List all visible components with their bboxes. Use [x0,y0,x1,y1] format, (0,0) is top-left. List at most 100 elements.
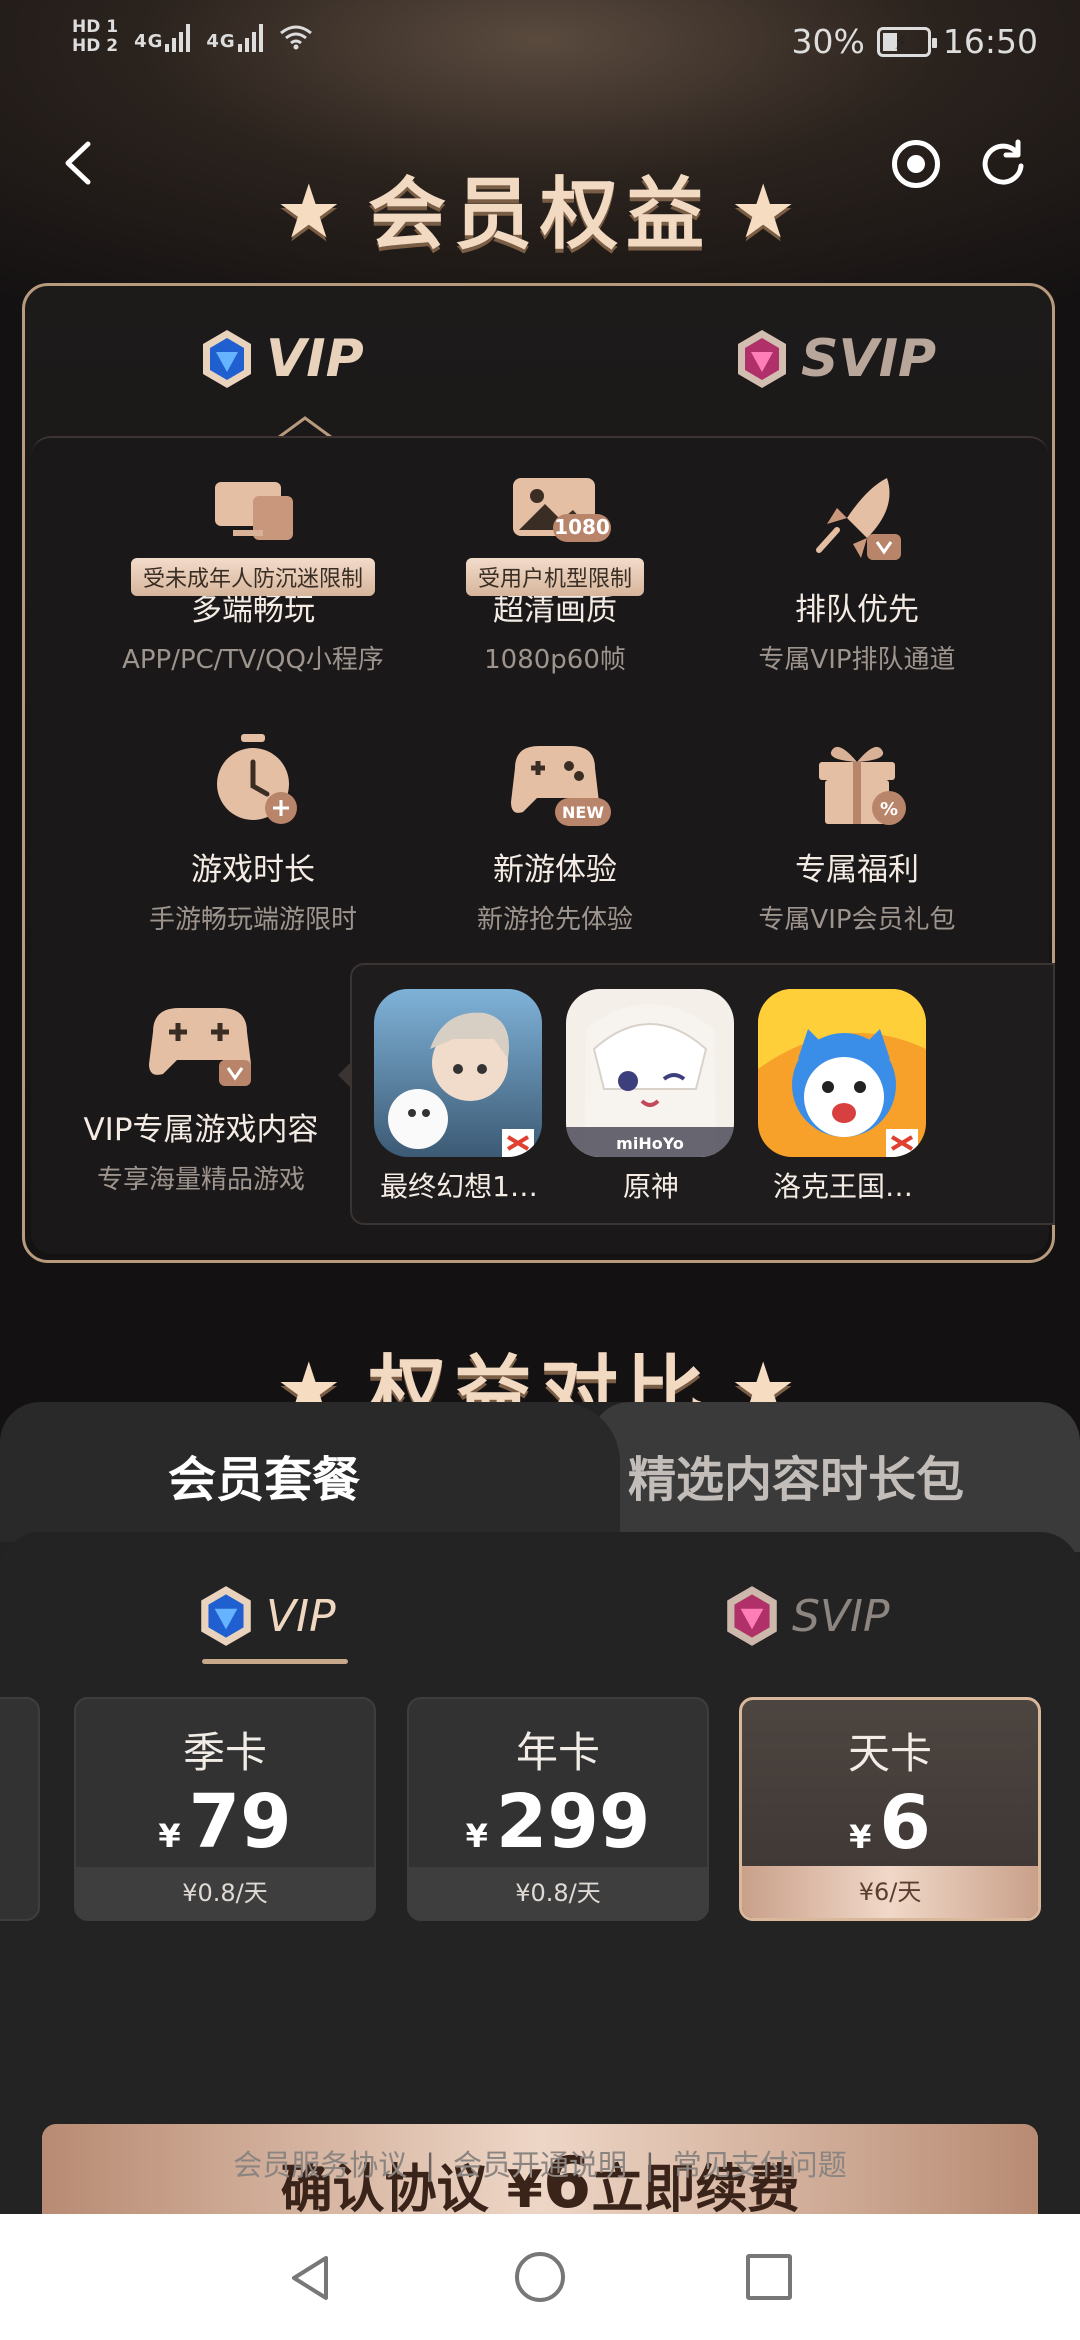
feature-name: 专属福利 [795,852,919,888]
page-title: ★ 会员权益 ★ [0,152,1080,264]
nav-recents-icon[interactable] [746,2254,792,2300]
link-membership-info[interactable]: 会员开通说明 [453,2148,627,2182]
image-1080-icon: 1080 受用户机型限制 [465,468,645,596]
plan-price-value: 299 [495,1779,651,1865]
plan-card-daily[interactable]: 天卡 ¥6 ¥6/天 [739,1697,1041,1921]
feature-multi-device[interactable]: 受未成年人防沉迷限制 多端畅玩 APP/PC/TV/QQ小程序 [103,468,403,676]
image-1080-icon-text: 1080 [554,515,610,539]
plan-per-day: ¥0.8/天 [409,1867,707,1919]
plan-card-offscreen[interactable] [0,1697,40,1921]
feature-new-games[interactable]: NEW 新游体验 新游抢先体验 [405,728,705,936]
screen: HD 1 HD 2 4G 4G 30% ⚡ 16:50 ★ 会员权益 ★ VIP… [0,0,1080,2340]
plan-price-value: 79 [188,1779,292,1865]
link-payment-faq[interactable]: 常见支付问题 [673,2148,847,2182]
gift-icon: % [797,728,917,838]
plan-tab-vip[interactable]: VIP [198,1584,336,1648]
feature-hd-quality[interactable]: 1080 受用户机型限制 超清画质 1080p60帧 [405,468,705,676]
purchase-sheet: 会员套餐 精选内容时长包 VIP SVIP 季卡 ¥79 ¥0.8/天 年卡 ¥… [0,1402,1080,2214]
feature-desc: 手游畅玩端游限时 [148,905,357,935]
feature-restriction-tag: 受用户机型限制 [465,558,645,596]
feature-name: 排队优先 [795,592,919,628]
link-separator: | [645,2148,655,2182]
game-name: 最终幻想1… [380,1170,538,1203]
plan-name: 季卡 [182,1728,267,1777]
currency-symbol: ¥ [158,1817,181,1855]
svg-text:%: % [880,799,898,820]
tab-vip-label: VIP [266,329,364,389]
battery-charging-icon: ⚡ [876,26,937,57]
feature-desc: 专属VIP排队通道 [758,645,956,675]
wifi-icon [279,23,313,51]
plan-price: ¥299 [409,1782,707,1876]
status-bar: HD 1 HD 2 4G 4G 30% ⚡ 16:50 [0,0,1080,92]
vip-badge-icon [203,330,251,388]
star-icon: ★ [730,169,805,255]
hd-bottom-label: HD 2 [72,36,119,56]
battery-percent: 30% [791,22,865,61]
signal-2: 4G [206,22,263,52]
game-name: 原神 [622,1170,679,1203]
game-name: 洛克王国… [772,1170,913,1203]
game-item-roco-kingdom[interactable]: 洛克王国… [758,989,928,1205]
genshin-art-text: miHoYo [616,1134,684,1153]
feature-desc: 新游抢先体验 [476,905,633,935]
feature-desc: 专属VIP会员礼包 [758,905,956,935]
plan-name: 年卡 [515,1728,600,1777]
plan-per-day: ¥0.8/天 [76,1867,374,1919]
plan-price: ¥6 [742,1783,1038,1877]
feature-name: 新游体验 [493,852,617,888]
feature-name: VIP专属游戏内容 [83,1112,319,1148]
footer-links: 会员服务协议 | 会员开通说明 | 常见支付问题 [0,2142,1080,2184]
tab-content-packs-label[interactable]: 精选内容时长包 [628,1440,964,1510]
game-item-genshin[interactable]: miHoYo 原神 [566,989,736,1205]
link-separator: | [425,2148,435,2182]
network-type-1: 4G [134,31,164,52]
stopwatch-icon [193,728,313,838]
clock: 16:50 [942,22,1038,61]
gamepad-vip-icon [141,988,261,1098]
final-fantasy-art [374,989,542,1157]
vip-badge-icon [201,1586,251,1646]
plan-per-day: ¥6/天 [742,1866,1038,1918]
system-nav-bar [0,2214,1080,2340]
hd-top-label: HD 1 [72,17,119,37]
plan-price: ¥79 [76,1782,374,1876]
feature-desc: 专享海量精品游戏 [96,1165,305,1195]
feature-vip-games[interactable]: VIP专属游戏内容 专享海量精品游戏 [51,988,351,1196]
plan-tab-svip-label: SVIP [792,1590,890,1642]
plan-card-yearly[interactable]: 年卡 ¥299 ¥0.8/天 [407,1697,709,1921]
sheet-body: VIP SVIP 季卡 ¥79 ¥0.8/天 年卡 ¥299 ¥0.8/天 天卡… [0,1532,1080,2214]
signal-bars-icon [165,22,191,52]
sheet-tabs: 会员套餐 精选内容时长包 [0,1402,1080,1552]
currency-symbol: ¥ [465,1817,488,1855]
gamepad-new-icon: NEW [495,728,615,838]
feature-name: 游戏时长 [191,852,315,888]
feature-restriction-tag: 受未成年人防沉迷限制 [130,558,376,596]
feature-exclusive-perks[interactable]: % 专属福利 专属VIP会员礼包 [707,728,1007,936]
nav-home-icon[interactable] [515,2252,565,2302]
tab-membership-plans-label[interactable]: 会员套餐 [168,1440,360,1510]
plan-card-quarterly[interactable]: 季卡 ¥79 ¥0.8/天 [74,1697,376,1921]
link-service-agreement[interactable]: 会员服务协议 [233,2148,407,2182]
signal-1: 4G [134,22,191,52]
genshin-art: miHoYo [566,989,734,1157]
feature-queue-priority[interactable]: 排队优先 专属VIP排队通道 [707,468,1007,676]
page-title-text: 会员权益 [367,170,712,260]
plan-tab-underline [202,1659,348,1664]
feature-desc: APP/PC/TV/QQ小程序 [122,645,384,675]
feature-play-time[interactable]: 游戏时长 手游畅玩端游限时 [103,728,403,936]
monitor-icon: 受未成年人防沉迷限制 [130,468,376,596]
tab-svip-label: SVIP [801,329,937,389]
plan-tab-vip-label: VIP [266,1590,336,1642]
tab-vip[interactable]: VIP [200,328,364,390]
hd-indicator: HD 1 HD 2 [72,18,118,56]
tab-svip[interactable]: SVIP [735,328,936,390]
roco-kingdom-art [758,989,926,1157]
nav-back-icon[interactable] [288,2254,332,2302]
plan-name: 天卡 [847,1729,932,1778]
svip-badge-icon [727,1586,777,1646]
game-item-final-fantasy[interactable]: 最终幻想1… [374,989,544,1205]
plan-tab-svip[interactable]: SVIP [724,1584,890,1648]
vip-games-list: 最终幻想1… miHoYo 原神 洛克王国… [338,963,1055,1225]
star-icon: ★ [275,169,350,255]
